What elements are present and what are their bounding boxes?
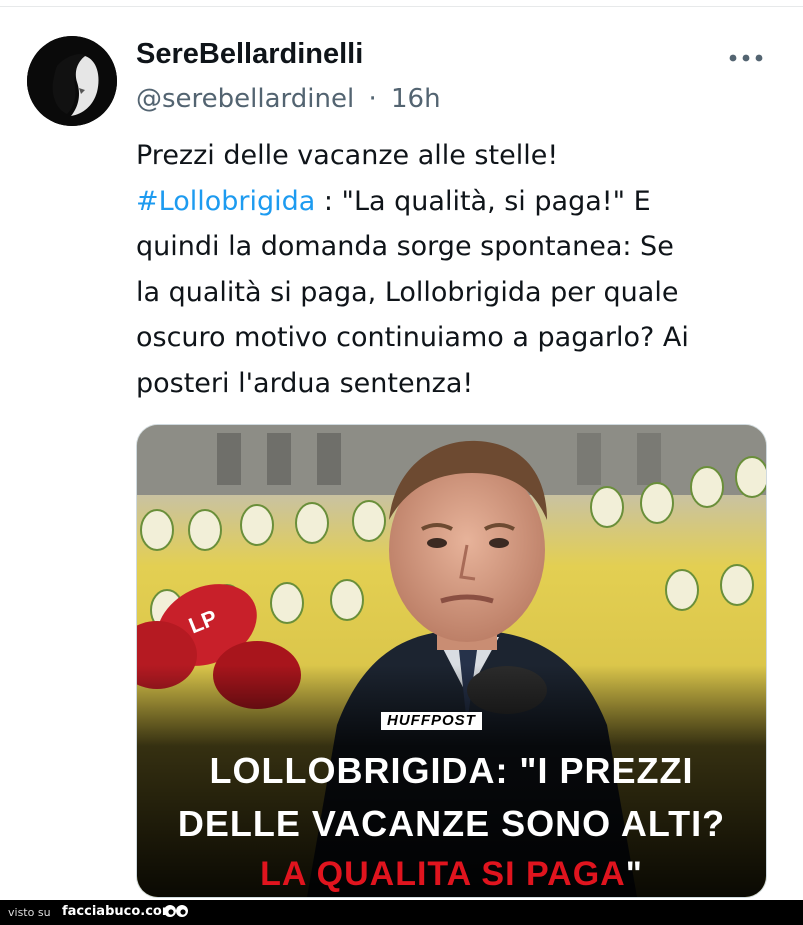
- avatar-silhouette-icon: [27, 36, 117, 126]
- tweet-text-quote: : "La qualità, si paga!" E: [315, 185, 651, 217]
- headline-line2: DELLE VACANZE SONO ALTI?: [177, 803, 726, 844]
- watermark-footer: visto su facciabuco.com: [0, 900, 803, 925]
- user-handle[interactable]: @serebellardinel: [136, 84, 354, 114]
- handle-row: @serebellardinel · 16h: [136, 84, 441, 114]
- headline-line3: LA QUALITA SI PAGA": [137, 855, 766, 894]
- more-options-button[interactable]: [722, 40, 770, 76]
- footer-site-name: facciabuco.com: [62, 904, 176, 919]
- media-image[interactable]: LP HUFFPOST LOLLOBRIGIDA: "I PREZZI DELL…: [136, 424, 767, 898]
- tweet-text-line1: Prezzi delle vacanze alle stelle!: [136, 140, 559, 171]
- timestamp[interactable]: 16h: [391, 84, 441, 114]
- display-name[interactable]: SereBellardinelli: [136, 38, 363, 71]
- top-divider: [0, 6, 803, 7]
- eyes-icon: [164, 905, 188, 917]
- headline-closing-quote: ": [625, 855, 643, 893]
- separator-dot: ·: [368, 84, 377, 114]
- huffpost-logo: HUFFPOST: [381, 712, 482, 730]
- headline-line1: LOLLOBRIGIDA: "I PREZZI: [209, 750, 694, 791]
- avatar[interactable]: [27, 36, 117, 126]
- more-icon: [729, 54, 763, 62]
- footer-visto-su: visto su: [8, 906, 51, 919]
- tweet-text: Prezzi delle vacanze alle stelle! #Lollo…: [136, 133, 776, 406]
- headline-red-text: LA QUALITA SI PAGA: [260, 855, 626, 893]
- tweet-text-rest: quindi la domanda sorge spontanea: Se la…: [136, 231, 689, 399]
- hashtag-link[interactable]: #Lollobrigida: [136, 186, 315, 217]
